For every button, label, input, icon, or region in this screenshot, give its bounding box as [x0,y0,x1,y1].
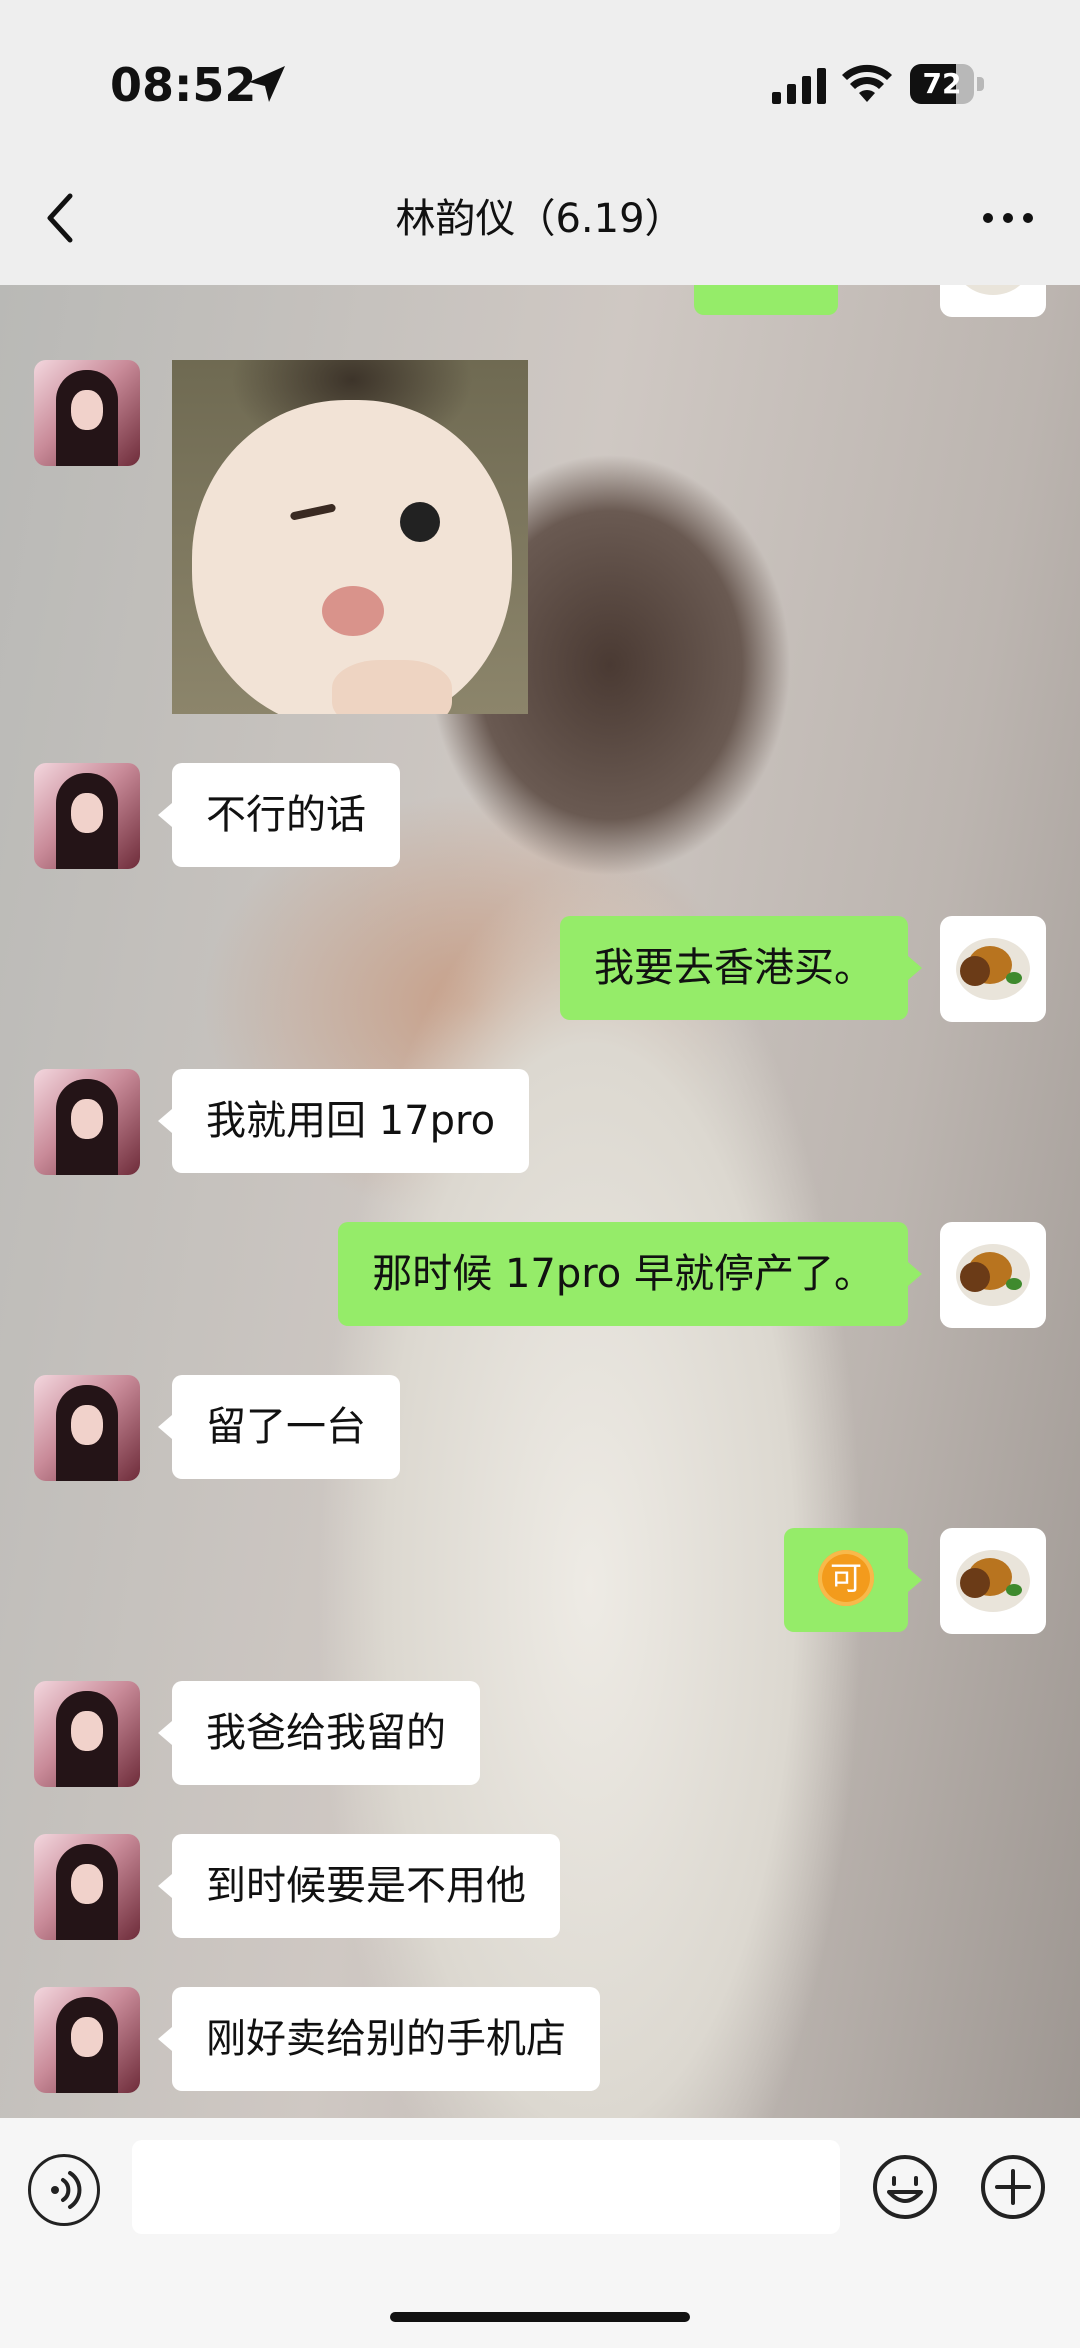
my-avatar[interactable] [940,285,1046,317]
message-bubble-in[interactable]: 到时候要是不用他 [172,1834,560,1938]
my-avatar[interactable] [940,916,1046,1022]
chat-area[interactable]: 不行的话 我要去香港买。 我就用回 17pro 那时候 17pro 早就停产了。… [0,285,1080,2118]
battery-icon: 72 [910,64,986,104]
status-bar: 08:52 72 [0,0,1080,150]
message-bubble-out[interactable]: 那时候 17pro 早就停产了。 [338,1222,908,1326]
emoji-icon[interactable] [872,2154,938,2220]
message-bubble-out[interactable] [694,285,838,315]
contact-avatar[interactable] [34,1987,140,2093]
contact-avatar[interactable] [34,1069,140,1175]
my-avatar[interactable] [940,1528,1046,1634]
voice-icon[interactable] [28,2154,100,2226]
location-arrow-icon [249,66,285,102]
chat-title: 林韵仪（6.19） [395,196,685,242]
home-indicator [390,2312,690,2322]
more-dots-icon[interactable] [978,198,1038,238]
message-bubble-in[interactable]: 不行的话 [172,763,400,867]
message-bubble-in[interactable]: 留了一台 [172,1375,400,1479]
winking-baby-sticker[interactable] [172,360,528,714]
wifi-icon [842,64,892,102]
message-bubble-out[interactable]: 我要去香港买。 [560,916,908,1020]
message-input[interactable] [132,2140,840,2234]
contact-avatar[interactable] [34,1375,140,1481]
message-bubble-out[interactable]: 可 [784,1528,908,1632]
contact-avatar[interactable] [34,1834,140,1940]
plus-icon[interactable] [980,2154,1046,2220]
battery-percent: 72 [922,67,962,100]
chat-header: 林韵仪（6.19） [0,150,1080,285]
message-bubble-in[interactable]: 我就用回 17pro [172,1069,530,1173]
input-bar [0,2118,1080,2348]
status-time: 08:52 [110,58,257,112]
contact-avatar[interactable] [34,1681,140,1787]
my-avatar[interactable] [940,1222,1046,1328]
message-bubble-in[interactable]: 刚好卖给别的手机店 [172,1987,600,2091]
message-bubble-in[interactable]: 我爸给我留的 [172,1681,480,1785]
contact-avatar[interactable] [34,763,140,869]
ke-emoji-icon: 可 [818,1550,874,1606]
contact-avatar[interactable] [34,360,140,466]
cellular-signal-icon [772,68,826,104]
